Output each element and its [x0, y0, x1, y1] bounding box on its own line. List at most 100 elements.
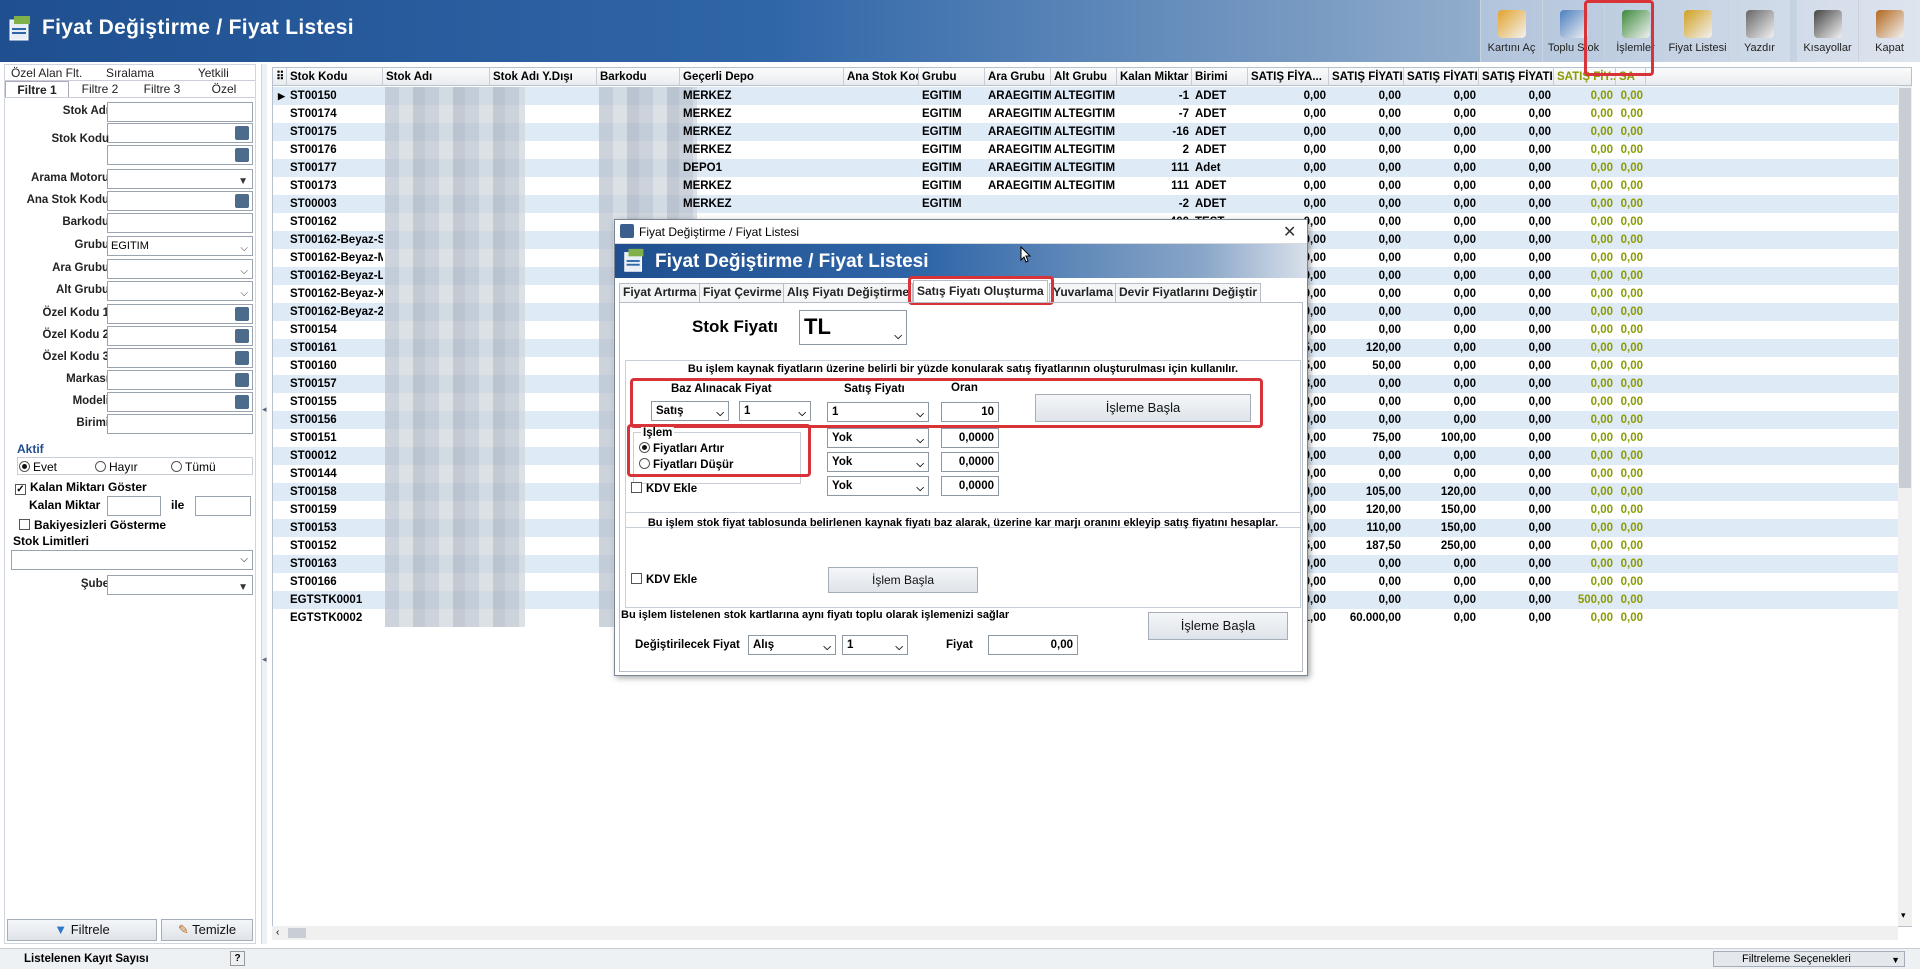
extra-select-2[interactable]: Yok ⌵	[827, 452, 929, 472]
tab-siralama[interactable]: Sıralama	[88, 65, 171, 80]
kdv-ekle-checkbox-2[interactable]: KDV Ekle	[631, 573, 697, 586]
extra-input-2[interactable]: 0,0000	[941, 452, 999, 472]
table-row[interactable]: ST00173 MERKEZ EGITIM ARAEGITIM ALTEGITIM 111…	[273, 177, 1911, 195]
column-header[interactable]: SATIŞ FİYATI...	[1329, 68, 1404, 86]
column-header[interactable]: Ara Grubu	[985, 68, 1051, 86]
toolbar-button-6[interactable]: Kapat	[1858, 0, 1920, 62]
column-header[interactable]: SATIŞ FİYA...	[1248, 68, 1329, 86]
arama-motoru-select[interactable]: ▼	[107, 169, 253, 189]
table-row[interactable]: ST00176 MERKEZ EGITIM ARAEGITIM ALTEGITIM 2 AD…	[273, 141, 1911, 159]
lookup-icon[interactable]	[235, 148, 249, 162]
kalan-miktar-max-input[interactable]	[195, 496, 251, 516]
lookup-icon[interactable]	[235, 351, 249, 365]
redacted-cell	[385, 231, 525, 249]
column-header[interactable]: Alt Grubu	[1051, 68, 1117, 86]
extra-select-3[interactable]: Yok ⌵	[827, 476, 929, 496]
aktif-evet[interactable]: Evet	[19, 460, 57, 474]
collapse-arrow-icon[interactable]: ◂	[262, 404, 267, 415]
column-header[interactable]: Geçerli Depo	[680, 68, 844, 86]
tab-filtre-3[interactable]: Filtre 3	[131, 81, 193, 97]
lookup-icon[interactable]	[235, 373, 249, 387]
column-header[interactable]: Barkodu	[597, 68, 680, 86]
panel-splitter[interactable]: ◂ ◂	[261, 64, 267, 944]
extra-select-1[interactable]: Yok ⌵	[827, 428, 929, 448]
tab-yuvarlama[interactable]: Yuvarlama	[1049, 283, 1118, 302]
table-cell: 0,00	[1590, 126, 1613, 138]
ozel-kodu-2-input[interactable]	[107, 326, 253, 346]
stok-adi-input[interactable]	[107, 102, 253, 122]
barkodu-input[interactable]	[107, 213, 253, 233]
column-header[interactable]: Birimi	[1192, 68, 1248, 86]
stok-fiyati-select[interactable]: TL ⌵	[799, 310, 907, 345]
lookup-icon[interactable]	[235, 329, 249, 343]
vertical-scrollbar[interactable]: ▾	[1898, 86, 1912, 926]
ana-stok-kodu-input[interactable]	[107, 191, 253, 211]
collapse-arrow-icon[interactable]: ◂	[262, 654, 267, 665]
grid-options-icon[interactable]: ⠿	[273, 68, 287, 86]
scroll-thumb[interactable]	[288, 928, 306, 938]
isleme-basla-button-3[interactable]: İşleme Başla	[1148, 612, 1288, 640]
table-row[interactable]: ST00177 DEPO1 EGITIM ARAEGITIM ALTEGITIM 111 A…	[273, 159, 1911, 177]
scroll-down-icon[interactable]: ▾	[1901, 910, 1906, 921]
aktif-hayir[interactable]: Hayır	[95, 460, 138, 474]
bakiyesizleri-gosterme-checkbox[interactable]: Bakiyesizleri Gösterme	[19, 518, 166, 532]
grubu-select[interactable]: EGITIM ⌵	[107, 236, 253, 256]
ozel-kodu-1-input[interactable]	[107, 304, 253, 324]
table-row[interactable]: ST00175 MERKEZ EGITIM ARAEGITIM ALTEGITIM -16…	[273, 123, 1911, 141]
kalan-miktar-min-input[interactable]	[107, 496, 161, 516]
toolbar-button-0[interactable]: Kartını Aç	[1480, 0, 1542, 62]
horizontal-scrollbar[interactable]: ‹	[272, 926, 1898, 940]
tab-ozel-alan-flt[interactable]: Özel Alan Flt.	[5, 65, 88, 80]
table-row[interactable]: ST00003 MERKEZ EGITIM -2 ADET 0,00 0,00 0,00 0,0…	[273, 195, 1911, 213]
column-header[interactable]: Stok Adı Y.Dışı	[490, 68, 597, 86]
extra-input-3[interactable]: 0,0000	[941, 476, 999, 496]
kalan-miktari-goster-checkbox[interactable]: ✓ Kalan Miktarı Göster	[15, 480, 147, 495]
table-row[interactable]: ▶ ST00150 MERKEZ EGITIM ARAEGITIM ALTEGITIM -1…	[273, 87, 1911, 105]
column-header[interactable]: SATIŞ FİYATI...	[1404, 68, 1479, 86]
kdv-ekle-checkbox-1[interactable]: KDV Ekle	[631, 482, 697, 495]
aktif-tumu[interactable]: Tümü	[171, 460, 216, 474]
alt-grubu-select[interactable]: ⌵	[107, 281, 253, 301]
tab-filtre-2[interactable]: Filtre 2	[69, 81, 131, 97]
extra-input-1[interactable]: 0,0000	[941, 428, 999, 448]
table-row[interactable]: ST00174 MERKEZ EGITIM ARAEGITIM ALTEGITIM -7 A…	[273, 105, 1911, 123]
lookup-icon[interactable]	[235, 194, 249, 208]
stok-limitleri-select[interactable]: ⌵	[11, 550, 253, 570]
tab-alis-fiyati-degistirme[interactable]: Alış Fiyatı Değiştirme	[783, 283, 914, 302]
column-header[interactable]: Stok Adı	[383, 68, 490, 86]
help-button[interactable]: ?	[230, 951, 245, 966]
scroll-left-icon[interactable]: ‹	[276, 927, 279, 938]
column-header[interactable]: SATIŞ FİYATI...	[1479, 68, 1554, 86]
sube-select[interactable]: ▼	[107, 575, 253, 595]
modeli-input[interactable]	[107, 392, 253, 412]
column-header[interactable]: Kalan Miktar	[1117, 68, 1192, 86]
lookup-icon[interactable]	[235, 307, 249, 321]
tab-filtre-1[interactable]: Filtre 1	[5, 81, 69, 97]
column-header[interactable]: Ana Stok Kodu	[844, 68, 919, 86]
birimi-input[interactable]	[107, 414, 253, 434]
islem-basla-button-2[interactable]: İşlem Başla	[828, 567, 978, 593]
close-icon[interactable]: ✕	[1283, 222, 1296, 242]
filtrele-button[interactable]: ▼ Filtrele	[7, 919, 157, 941]
toolbar-button-3[interactable]: Fiyat Listesi	[1666, 0, 1728, 62]
tab-devir-fiyatlarini-degistir[interactable]: Devir Fiyatlarını Değiştir	[1115, 283, 1262, 302]
temizle-button[interactable]: ✎ Temizle	[161, 919, 253, 941]
toolbar-button-5[interactable]: Kısayollar	[1796, 0, 1858, 62]
toolbar-button-4[interactable]: Yazdır	[1728, 0, 1790, 62]
scroll-thumb[interactable]	[1899, 88, 1911, 488]
column-header[interactable]: Stok Kodu	[287, 68, 383, 86]
tab-ozel[interactable]: Özel	[193, 81, 255, 97]
degistirilecek-type-select[interactable]: Alış ⌵	[748, 635, 836, 655]
degistirilecek-num-select[interactable]: 1 ⌵	[842, 635, 908, 655]
tab-fiyat-cevirme[interactable]: Fiyat Çevirme	[699, 283, 786, 302]
fiyat-input[interactable]: 0,00	[988, 635, 1078, 655]
markasi-input[interactable]	[107, 370, 253, 390]
stok-kodu-input-2[interactable]	[107, 145, 253, 165]
filter-options-button[interactable]: Filtreleme Seçenekleri ▼	[1713, 951, 1905, 967]
column-header[interactable]: Grubu	[919, 68, 985, 86]
lookup-icon[interactable]	[235, 395, 249, 409]
tab-fiyat-artirma[interactable]: Fiyat Artırma	[619, 283, 701, 302]
ozel-kodu-3-input[interactable]	[107, 348, 253, 368]
tab-yetkili[interactable]: Yetkili	[172, 65, 255, 80]
ara-grubu-select[interactable]: ⌵	[107, 259, 253, 279]
